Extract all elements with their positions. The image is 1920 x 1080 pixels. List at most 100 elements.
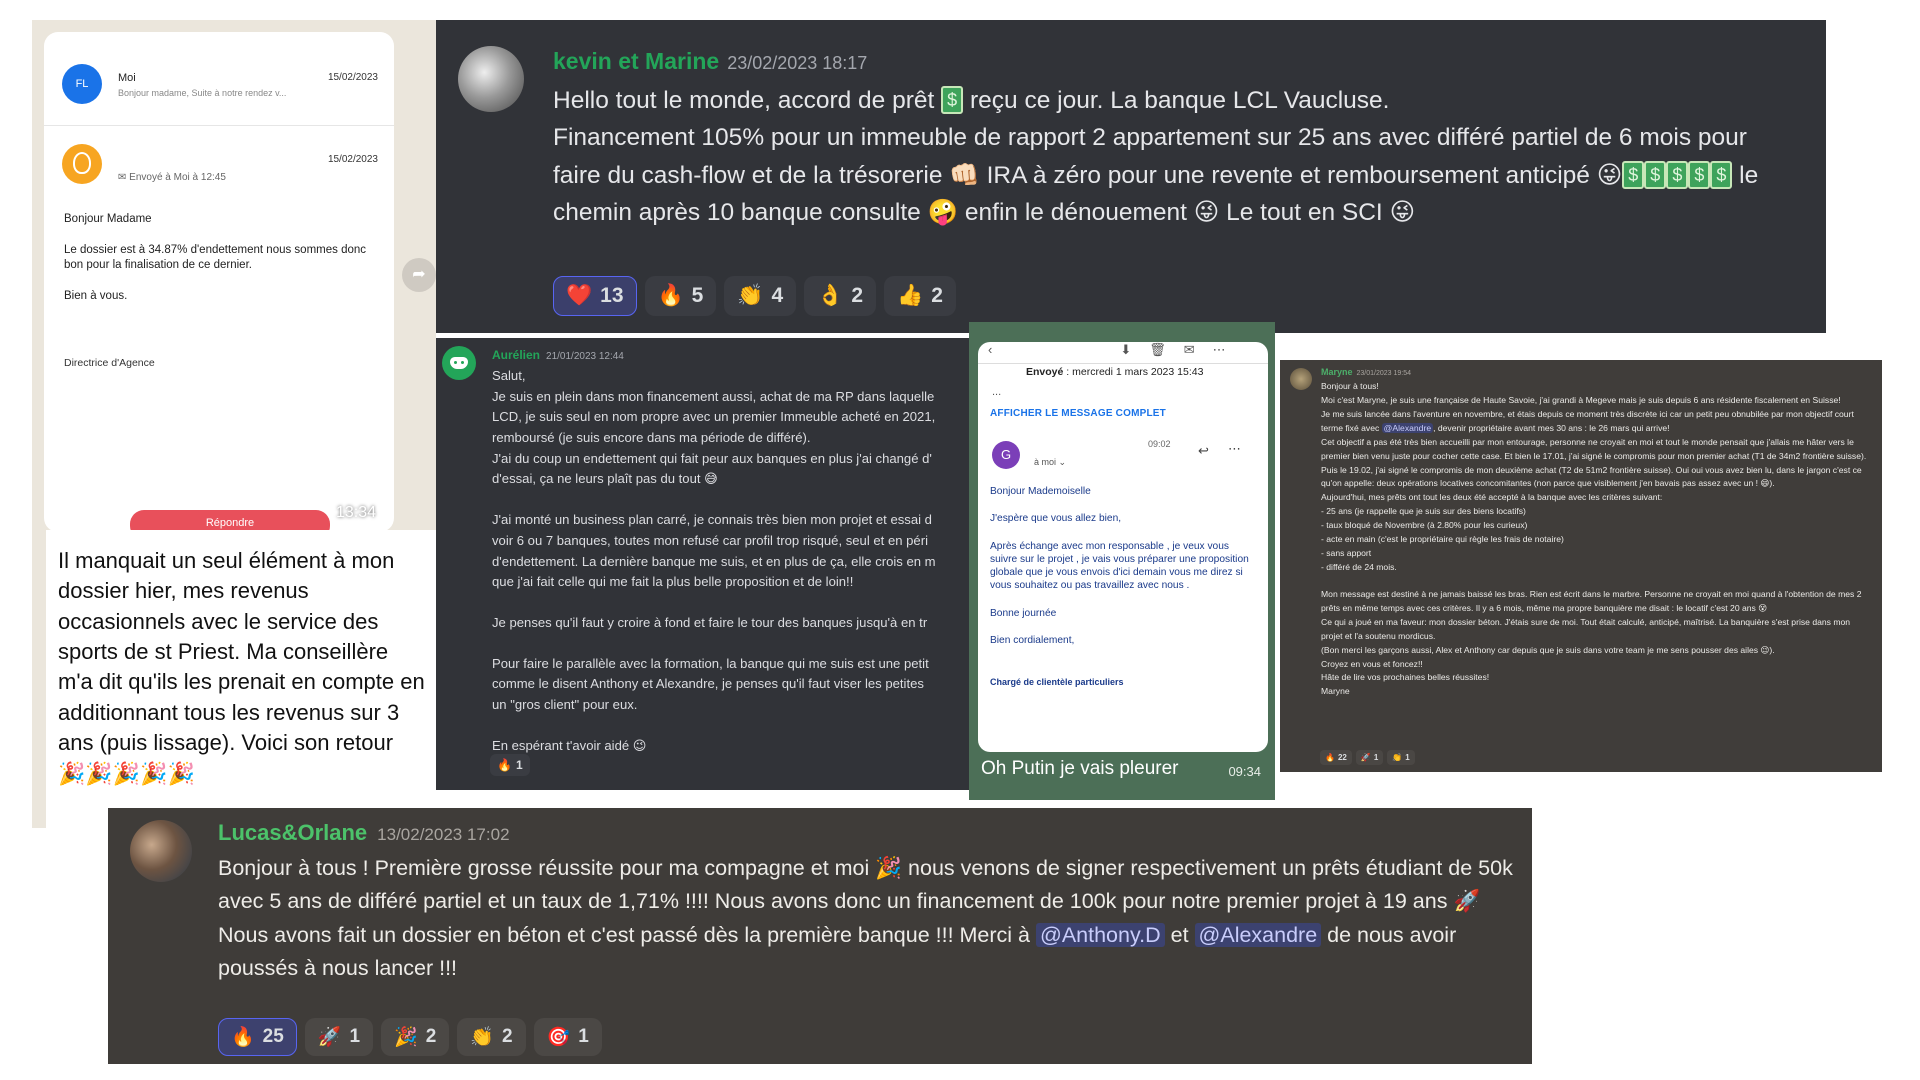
- reaction-fire[interactable]: 🔥 22: [1320, 750, 1352, 765]
- recipient-label[interactable]: à moi ⌄: [1034, 457, 1066, 468]
- bank-logo-icon: [62, 144, 102, 184]
- party-popper-emoji-icon: 🎉: [394, 1027, 418, 1048]
- reaction-clap[interactable]: 👏 1: [1387, 750, 1415, 765]
- show-full-message-link[interactable]: AFFICHER LE MESSAGE COMPLET: [990, 408, 1268, 419]
- avatar[interactable]: [1290, 368, 1312, 390]
- author-name[interactable]: Lucas&Orlane: [218, 820, 367, 845]
- criteria-item: - 25 ans (je rappelle que je suis sur de…: [1321, 506, 1526, 517]
- email-card[interactable]: ‹ ⬇ 🗑 ✉ ⋯ Envoyé : mercredi 1 mars 2023 …: [978, 342, 1268, 752]
- sent-line: Envoyé : mercredi 1 mars 2023 15:43: [1026, 366, 1204, 378]
- party-popper-emoji-icon: 🎉: [875, 856, 903, 880]
- mail-list-item[interactable]: FL Moi 15/02/2023 Bonjour madame, Suite …: [44, 32, 394, 126]
- message-line: Ce qui a joué en ma faveur: mon dossier …: [1321, 616, 1851, 641]
- author-name[interactable]: kevin et Marine: [553, 48, 719, 74]
- discord-message-maryne: Maryne 23/01/2023 19:54 Bonjour à tous! M…: [1280, 360, 1882, 772]
- author-name[interactable]: Maryne: [1321, 367, 1353, 377]
- message-paragraph: Salut, Je suis en plein dans mon finance…: [492, 368, 936, 487]
- reaction-thumbs-up[interactable]: 👍 2: [884, 276, 956, 316]
- message-header: Aurélien 21/01/2023 12:44: [492, 348, 624, 362]
- message-paragraph: En espérant t'avoir aidé 😉: [492, 737, 647, 753]
- fist-emoji-icon: 👊🏻: [949, 161, 980, 189]
- email-signature: Directrice d'Agence: [64, 357, 155, 369]
- delete-icon[interactable]: 🗑: [1149, 342, 1166, 363]
- discord-message-kevin: kevin et Marine 23/02/2023 18:17 Hello to…: [436, 20, 1826, 333]
- reaction-count: 1: [349, 1026, 361, 1047]
- fire-emoji-icon: 🔥: [657, 284, 684, 307]
- chat-message-bubble: Il manquait un seul élément à mon dossie…: [46, 530, 436, 828]
- money-emoji-icon: $: [1622, 160, 1645, 189]
- reaction-count: 1: [1405, 753, 1410, 762]
- avatar: G: [992, 441, 1020, 469]
- message-line: Hâte de lire vos prochaines belles réuss…: [1321, 672, 1490, 683]
- message-line: Bonjour à tous!: [1321, 381, 1379, 391]
- discord-logo-icon[interactable]: [442, 346, 476, 380]
- reaction-fire[interactable]: 🔥 5: [644, 276, 717, 316]
- email-line: Bien cordialement,: [990, 634, 1075, 646]
- message-line: Croyez en vous et foncez!!: [1321, 658, 1423, 669]
- reaction-clap[interactable]: 👏 2: [457, 1018, 526, 1056]
- mail-sender: Moi: [118, 72, 136, 84]
- reaction-rocket[interactable]: 🚀 1: [1355, 750, 1384, 765]
- message-header: Maryne 23/01/2023 19:54: [1321, 367, 1411, 377]
- criteria-item: - acte en main (c'est le propriétaire qu…: [1321, 534, 1564, 545]
- mail-sent-label: ✉ Envoyé à Moi à 12:45: [118, 172, 226, 183]
- more-icon[interactable]: ⋯: [1213, 342, 1226, 363]
- message-text: reçu ce jour. La banque LCL Vaucluse.: [969, 87, 1390, 114]
- reply-button[interactable]: Répondre: [130, 510, 330, 532]
- clap-emoji-icon: 👏: [470, 1027, 494, 1048]
- user-mention[interactable]: @Anthony.D: [1036, 922, 1165, 947]
- quoted-ellipsis[interactable]: ...: [992, 386, 1268, 398]
- reaction-count: 25: [262, 1026, 284, 1047]
- mail-snippet: Bonjour madame, Suite à notre rendez v..…: [118, 88, 287, 98]
- reaction-heart[interactable]: ❤️ 13: [553, 276, 637, 316]
- reaction-count: 1: [578, 1026, 589, 1047]
- email-paragraph: Après échange avec mon responsable , je …: [990, 540, 1249, 592]
- avatar: FL: [62, 64, 102, 104]
- user-mention[interactable]: @Alexandre: [1194, 922, 1322, 947]
- reaction-clap[interactable]: 👏 4: [724, 276, 797, 316]
- email-greeting: Bonjour Mademoiselle: [990, 486, 1091, 497]
- email-line: Bonne journée: [990, 607, 1057, 619]
- reaction-count: 22: [1337, 753, 1347, 762]
- message-header: Lucas&Orlane 13/02/2023 17:02: [218, 820, 510, 846]
- message-paragraph: Je penses qu'il faut y croire à fond et …: [492, 614, 928, 630]
- reaction-fire[interactable]: 🔥 1: [490, 754, 530, 776]
- message-timestamp: 23/01/2023 19:54: [1356, 370, 1412, 377]
- phone-email-screenshot: ‹ ⬇ 🗑 ✉ ⋯ Envoyé : mercredi 1 mars 2023 …: [969, 322, 1275, 800]
- message-text: Le tout en SCI: [1226, 199, 1383, 227]
- forward-icon[interactable]: ➦: [402, 258, 436, 292]
- archive-icon[interactable]: ⬇: [1120, 342, 1131, 363]
- back-icon[interactable]: ‹: [988, 342, 992, 363]
- wink-tongue-emoji-icon: 😜: [1193, 199, 1220, 227]
- message-line: Cet objectif a pas été très bien accueil…: [1321, 436, 1867, 489]
- message-line: Moi c'est Maryne, je suis une française …: [1321, 394, 1841, 405]
- fire-emoji-icon: 🔥: [497, 758, 512, 772]
- reaction-ok[interactable]: 👌 2: [804, 276, 877, 316]
- rocket-emoji-icon: 🚀: [1360, 753, 1371, 762]
- email-preview-card[interactable]: FL Moi 15/02/2023 Bonjour madame, Suite …: [44, 32, 394, 532]
- reaction-count: 4: [771, 284, 784, 307]
- reply-icon[interactable]: ↩: [1198, 443, 1209, 459]
- reaction-bar: 🔥 25 🚀 1 🎉 2 👏 2 🎯 1: [218, 1018, 602, 1056]
- avatar[interactable]: [130, 820, 192, 882]
- reaction-rocket[interactable]: 🚀 1: [304, 1018, 374, 1056]
- reaction-target[interactable]: 🎯 1: [533, 1018, 602, 1056]
- message-text: Bonjour à tous ! Première grosse réussit…: [218, 856, 870, 880]
- clap-emoji-icon: 👏: [737, 284, 764, 307]
- mail-icon[interactable]: ✉: [1184, 342, 1195, 363]
- fire-emoji-icon: 🔥: [231, 1027, 255, 1048]
- reaction-count: 2: [425, 1026, 437, 1047]
- message-text: Hello tout le monde, accord de prêt: [553, 87, 935, 114]
- reaction-party[interactable]: 🎉 2: [381, 1018, 450, 1056]
- more-icon[interactable]: ⋯: [1228, 441, 1241, 457]
- message-body: Salut, Je suis en plein dans mon finance…: [492, 366, 976, 776]
- money-emoji-icon: $: [1710, 160, 1733, 189]
- criteria-item: - sans apport: [1321, 548, 1372, 559]
- avatar[interactable]: [458, 46, 524, 112]
- user-mention[interactable]: @Alexandre: [1381, 422, 1434, 433]
- reaction-fire[interactable]: 🔥 25: [218, 1018, 297, 1056]
- author-name[interactable]: Aurélien: [492, 348, 540, 362]
- wink-tongue-emoji-icon: 😜: [1389, 199, 1416, 227]
- message-text: Nous avons fait un dossier en béton et c…: [218, 922, 1031, 947]
- rocket-emoji-icon: 🚀: [1453, 889, 1481, 914]
